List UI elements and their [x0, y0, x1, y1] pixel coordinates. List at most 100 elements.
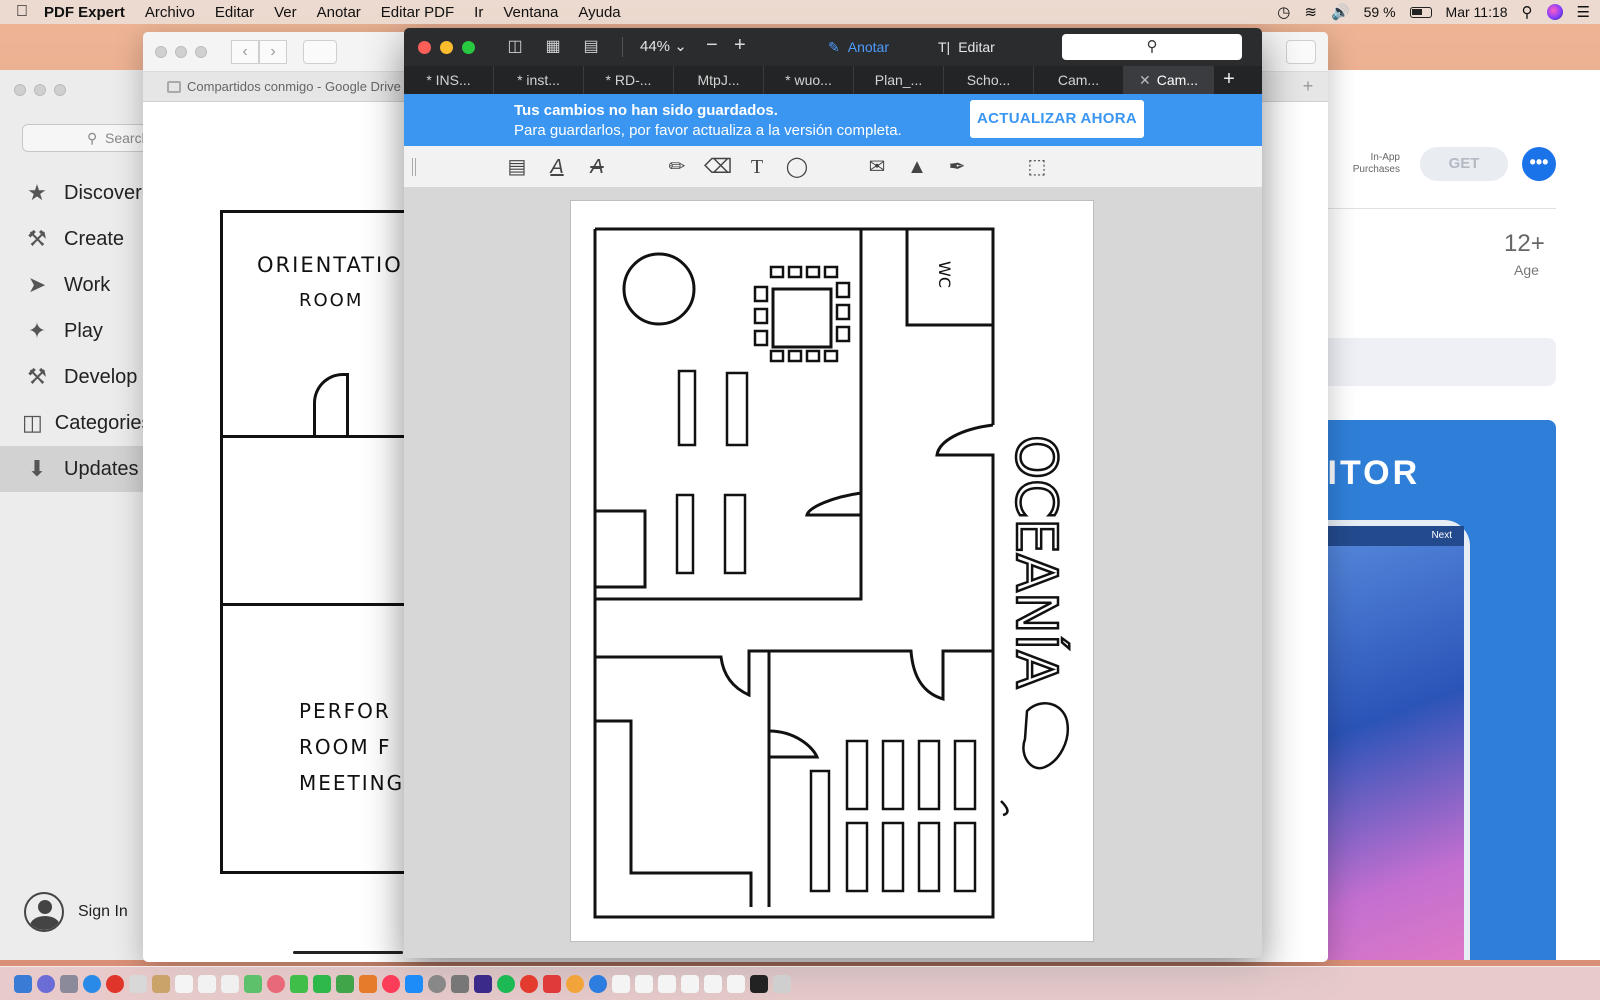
contacts-icon[interactable]: [152, 974, 170, 993]
new-tab-icon[interactable]: +: [1296, 76, 1320, 98]
document-icon[interactable]: [681, 974, 699, 993]
browser-tab[interactable]: Compartidos conmigo - Google Drive: [167, 79, 401, 94]
maps-icon[interactable]: [244, 974, 262, 993]
nav-updates[interactable]: ⬇ Updates: [0, 446, 145, 492]
text-tool-icon[interactable]: T: [744, 155, 770, 179]
notification-center-icon[interactable]: ☰: [1577, 3, 1590, 21]
document-icon[interactable]: [635, 974, 653, 993]
sign-in-button[interactable]: Sign In: [24, 892, 128, 932]
underline-text-icon[interactable]: A: [544, 155, 570, 179]
pdf-tab[interactable]: Cam...: [1034, 66, 1124, 94]
signature-pen-icon[interactable]: ✒: [944, 155, 970, 179]
minimize-icon[interactable]: [175, 46, 187, 58]
nav-work[interactable]: ➤ Work: [0, 262, 145, 308]
selection-tool-icon[interactable]: ⬚: [1024, 155, 1050, 179]
back-icon[interactable]: ‹: [231, 40, 259, 64]
time-machine-icon[interactable]: ◷: [1277, 3, 1290, 21]
pdf-search-input[interactable]: ⚲: [1062, 34, 1242, 60]
minimize-icon[interactable]: [34, 84, 46, 96]
system-preferences-icon[interactable]: [428, 974, 446, 993]
audio-app-icon[interactable]: [566, 974, 584, 993]
sidebar-view-icon[interactable]: ◫: [502, 36, 528, 58]
close-icon[interactable]: [155, 46, 167, 58]
wifi-icon[interactable]: ≋: [1304, 3, 1317, 21]
facetime-icon[interactable]: [313, 974, 331, 993]
pdf-tab[interactable]: * inst...: [494, 66, 584, 94]
pdf-canvas[interactable]: WC OCEANÍA: [404, 188, 1262, 958]
forward-icon[interactable]: ›: [259, 40, 287, 64]
music-icon[interactable]: [382, 974, 400, 993]
strikethrough-text-icon[interactable]: A: [584, 155, 610, 179]
zoom-icon[interactable]: [195, 46, 207, 58]
siri-dock-icon[interactable]: [37, 974, 55, 993]
close-icon[interactable]: [418, 41, 431, 54]
pencil-icon[interactable]: ✏: [664, 155, 690, 179]
zoom-icon[interactable]: [462, 41, 475, 54]
document-icon[interactable]: [658, 974, 676, 993]
pdf-tab[interactable]: * RD-...: [584, 66, 674, 94]
toolbar-grip-icon[interactable]: [412, 158, 416, 176]
terminal-dock-icon[interactable]: [750, 974, 768, 993]
document-icon[interactable]: [704, 974, 722, 993]
chrome-icon[interactable]: [520, 974, 538, 993]
update-now-button[interactable]: ACTUALIZAR AHORA: [970, 100, 1144, 138]
document-icon[interactable]: [612, 974, 630, 993]
launchpad-icon[interactable]: [60, 974, 78, 993]
eraser-icon[interactable]: ⌫: [704, 155, 732, 179]
battery-icon[interactable]: [1409, 6, 1432, 18]
document-icon[interactable]: [727, 974, 745, 993]
comment-icon[interactable]: ✉: [864, 155, 890, 179]
calendar-icon[interactable]: [198, 974, 216, 993]
shapes-icon[interactable]: ◯: [784, 155, 810, 179]
terminal-icon[interactable]: [451, 974, 469, 993]
pdf-tab[interactable]: Scho...: [944, 66, 1034, 94]
reminders-icon[interactable]: [221, 974, 239, 993]
pdf-tab-active[interactable]: ✕ Cam...: [1124, 66, 1214, 94]
menu-clock[interactable]: Mar 11:18: [1446, 4, 1508, 20]
annotate-mode-button[interactable]: ✎ Anotar: [828, 36, 889, 58]
close-tab-icon[interactable]: ✕: [1139, 72, 1151, 88]
tabs-overview-icon[interactable]: [1286, 40, 1316, 64]
more-options-button[interactable]: •••: [1522, 147, 1556, 181]
menu-ventana[interactable]: Ventana: [503, 4, 558, 21]
mixer-icon[interactable]: [474, 974, 492, 993]
apple-icon[interactable]: : [0, 3, 44, 21]
promo-screenshot[interactable]: DITOR Next: [1300, 420, 1556, 960]
zoom-out-button[interactable]: −: [706, 34, 718, 56]
app-store-search-input[interactable]: ⚲ Search: [22, 124, 162, 152]
app-store-icon[interactable]: [405, 974, 423, 993]
menu-editar[interactable]: Editar: [215, 4, 254, 21]
get-button[interactable]: GET: [1420, 147, 1508, 181]
nav-play[interactable]: ✦ Play: [0, 308, 145, 354]
zoom-dropdown[interactable]: 44% ⌄: [640, 36, 687, 58]
pages-icon[interactable]: [359, 974, 377, 993]
minimize-icon[interactable]: [440, 41, 453, 54]
new-tab-icon[interactable]: +: [1214, 66, 1244, 94]
menu-ver[interactable]: Ver: [274, 4, 297, 21]
pdf-expert-icon[interactable]: [543, 974, 561, 993]
mail-icon[interactable]: [129, 974, 147, 993]
menu-archivo[interactable]: Archivo: [145, 4, 195, 21]
menu-editar-pdf[interactable]: Editar PDF: [381, 4, 454, 21]
messages-icon[interactable]: [290, 974, 308, 993]
nav-create[interactable]: ⚒ Create: [0, 216, 145, 262]
menu-app-name[interactable]: PDF Expert: [44, 4, 125, 21]
edit-mode-button[interactable]: T| Editar: [938, 36, 995, 58]
pdf-tab[interactable]: * wuo...: [764, 66, 854, 94]
scrollbar[interactable]: [293, 951, 403, 954]
menu-ir[interactable]: Ir: [474, 4, 483, 21]
nav-develop[interactable]: ⚒ Develop: [0, 354, 145, 400]
pdf-tab[interactable]: Plan_...: [854, 66, 944, 94]
menu-anotar[interactable]: Anotar: [317, 4, 361, 21]
opera-icon[interactable]: [106, 974, 124, 993]
two-page-view-icon[interactable]: ▤: [578, 36, 604, 58]
trash-icon[interactable]: [773, 974, 791, 993]
close-icon[interactable]: [14, 84, 26, 96]
nav-discover[interactable]: ★ Discover: [0, 170, 145, 216]
zoom-icon[interactable]: [54, 84, 66, 96]
battery-percent[interactable]: 59 %: [1364, 4, 1396, 20]
volume-icon[interactable]: 🔊: [1331, 3, 1350, 21]
highlight-text-icon[interactable]: ▤: [504, 155, 530, 179]
safari-icon[interactable]: [83, 974, 101, 993]
finder-icon[interactable]: [14, 974, 32, 993]
